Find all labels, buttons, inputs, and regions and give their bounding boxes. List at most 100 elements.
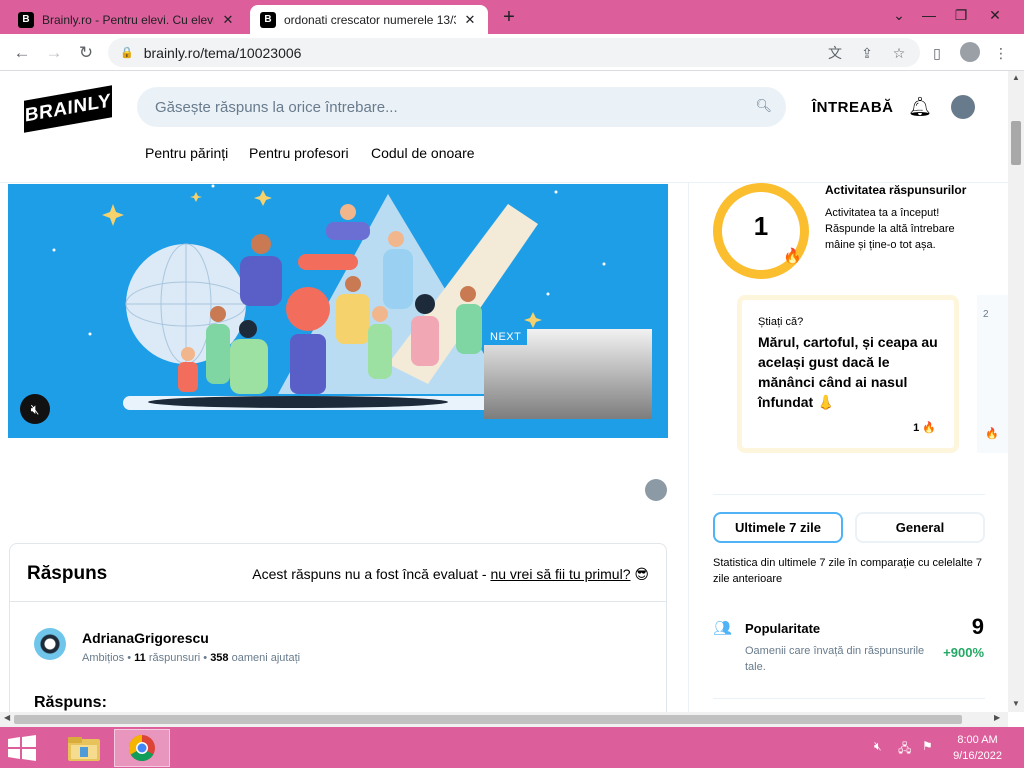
system-clock[interactable]: 8:00 AM 9/16/2022 bbox=[953, 732, 1002, 764]
author-answers-label: răspunsuri bbox=[148, 652, 201, 664]
answer-card: Răspuns Acest răspuns nu a fost încă eva… bbox=[9, 543, 667, 712]
next-video-label: NEXT bbox=[484, 329, 528, 345]
tab-title: ordonati crescator numerele 13/3 bbox=[284, 12, 456, 27]
fun-fact-card[interactable]: Știați că? Mărul, cartoful, și ceapa au … bbox=[737, 295, 959, 453]
author-helped-label: oameni ajutați bbox=[231, 652, 301, 664]
horizontal-scrollbar[interactable]: ◀ ▶ bbox=[0, 712, 1008, 727]
tab-search-icon[interactable]: ⌄ bbox=[884, 2, 914, 28]
browser-tab-brainly-home[interactable]: B Brainly.ro - Pentru elevi. Cu elevi. ✕ bbox=[8, 5, 246, 34]
scroll-right-arrow-icon[interactable]: ▶ bbox=[994, 713, 1000, 722]
address-bar[interactable]: 🔒 brainly.ro/tema/10023006 bbox=[108, 38, 920, 67]
volume-muted-icon[interactable]: 🔇︎ bbox=[874, 739, 882, 754]
ask-question-button[interactable]: ÎNTREABĂ bbox=[812, 99, 894, 116]
tab-last-7-days[interactable]: Ultimele 7 zile bbox=[713, 512, 843, 543]
search-icon[interactable]: 🔍︎ bbox=[755, 98, 772, 114]
popularity-delta: +900% bbox=[943, 645, 984, 660]
browser-toolbar: ← → ↻ 🔒 brainly.ro/tema/10023006 文 ⇪ ☆ ▯… bbox=[0, 34, 1024, 71]
author-helped-count: 358 bbox=[210, 652, 229, 664]
asker-avatar[interactable] bbox=[645, 479, 667, 501]
answer-rating-note: Acest răspuns nu a fost încă evaluat - n… bbox=[252, 566, 649, 583]
mute-icon[interactable]: 🔇︎ bbox=[20, 394, 50, 424]
rating-note-text: Acest răspuns nu a fost încă evaluat - bbox=[252, 566, 491, 582]
nav-link-honor-code[interactable]: Codul de onoare bbox=[371, 145, 475, 161]
translate-icon[interactable]: 文 bbox=[824, 42, 846, 64]
nav-link-teachers[interactable]: Pentru profesori bbox=[249, 145, 349, 161]
popularity-value: 9 bbox=[971, 614, 984, 639]
windows-taskbar: 🔇︎ 🖧 ⚑ 8:00 AM 9/16/2022 bbox=[0, 727, 1024, 768]
share-icon[interactable]: ⇪ bbox=[856, 42, 878, 64]
fire-icon: 🔥 bbox=[985, 428, 999, 440]
close-tab-icon[interactable]: ✕ bbox=[220, 12, 236, 28]
folder-icon bbox=[68, 737, 100, 761]
fun-fact-kicker: Știați că? bbox=[758, 316, 804, 328]
close-tab-icon[interactable]: ✕ bbox=[462, 12, 478, 28]
notifications-bell-icon[interactable]: 🔔︎ bbox=[908, 95, 932, 119]
stats-description: Statistica din ultimele 7 zile în compar… bbox=[713, 557, 983, 585]
fun-fact-count: 1 bbox=[913, 422, 920, 434]
network-icon[interactable]: 🖧 bbox=[898, 739, 911, 760]
next-fun-fact-number: 2 bbox=[983, 309, 989, 320]
stats-sidebar: 1 🔥 Activitatea răspunsurilor Activitate… bbox=[688, 183, 1008, 712]
back-icon[interactable]: ← bbox=[10, 41, 34, 65]
popularity-title: Popularitate bbox=[745, 621, 821, 636]
answer-card-header: Răspuns Acest răspuns nu a fost încă eva… bbox=[10, 544, 666, 602]
author-name[interactable]: AdrianaGrigorescu bbox=[82, 630, 209, 646]
browser-tab-question[interactable]: B ordonati crescator numerele 13/3 ✕ bbox=[250, 5, 488, 34]
new-tab-button[interactable]: + bbox=[498, 6, 520, 28]
activity-title: Activitatea răspunsurilor bbox=[825, 183, 967, 197]
restore-button[interactable]: ❐ bbox=[946, 2, 976, 28]
lock-icon: 🔒 bbox=[120, 47, 134, 59]
tab-general[interactable]: General bbox=[855, 512, 985, 543]
activity-description: Activitatea ta a început! Răspunde la al… bbox=[825, 207, 955, 251]
vertical-scroll-thumb[interactable] bbox=[1011, 121, 1021, 165]
clock-time: 8:00 AM bbox=[957, 734, 998, 746]
vertical-scrollbar[interactable]: ▲ ▼ bbox=[1008, 71, 1024, 712]
browser-tab-strip: B Brainly.ro - Pentru elevi. Cu elevi. ✕… bbox=[0, 0, 1024, 34]
minimize-button[interactable]: — bbox=[914, 2, 944, 28]
side-panel-icon[interactable]: ▯ bbox=[926, 42, 948, 64]
profile-avatar-icon[interactable] bbox=[960, 42, 980, 62]
sunglasses-emoji-icon: 😎 bbox=[634, 566, 649, 582]
people-icon: 👥︎ bbox=[713, 620, 733, 637]
url-text: brainly.ro/tema/10023006 bbox=[143, 44, 302, 61]
fire-icon: 🔥 bbox=[922, 422, 936, 434]
fire-icon: 🔥 bbox=[783, 248, 802, 265]
forward-icon[interactable]: → bbox=[42, 41, 66, 65]
windows-start-icon[interactable] bbox=[6, 735, 38, 761]
scroll-left-arrow-icon[interactable]: ◀ bbox=[4, 713, 10, 722]
tab-title: Brainly.ro - Pentru elevi. Cu elevi. bbox=[42, 12, 214, 27]
author-answers-count: 11 bbox=[134, 652, 146, 664]
answer-body-label: Răspuns: bbox=[34, 694, 107, 711]
chrome-taskbar-button[interactable] bbox=[114, 729, 170, 767]
action-center-icon[interactable]: ⚑ bbox=[922, 739, 933, 753]
horizontal-scroll-thumb[interactable] bbox=[14, 715, 962, 724]
clock-date: 9/16/2022 bbox=[953, 750, 1002, 762]
file-explorer-taskbar-button[interactable] bbox=[56, 729, 112, 767]
answer-title: Răspuns bbox=[27, 563, 108, 584]
brainly-favicon-icon: B bbox=[260, 11, 276, 28]
user-avatar[interactable] bbox=[951, 95, 975, 119]
reload-icon[interactable]: ↻ bbox=[74, 41, 98, 65]
brainly-favicon-icon: B bbox=[18, 11, 34, 28]
brainly-logo[interactable]: BRAINLY bbox=[24, 85, 112, 133]
nav-link-parents[interactable]: Pentru părinți bbox=[145, 145, 228, 161]
author-rank: Ambițios bbox=[82, 652, 125, 664]
author-avatar[interactable] bbox=[34, 628, 66, 660]
rate-first-link[interactable]: nu vrei să fii tu primul? bbox=[490, 566, 630, 582]
fun-fact-text: Mărul, cartoful, și ceapa au același gus… bbox=[758, 334, 938, 410]
menu-kebab-icon[interactable]: ⋮ bbox=[990, 42, 1012, 64]
bookmark-star-icon[interactable]: ☆ bbox=[888, 42, 910, 64]
chrome-icon bbox=[128, 734, 155, 762]
streak-number: 1 bbox=[753, 211, 769, 241]
scroll-down-arrow-icon[interactable]: ▼ bbox=[1008, 699, 1024, 708]
scroll-up-arrow-icon[interactable]: ▲ bbox=[1008, 73, 1024, 82]
close-window-button[interactable]: ✕ bbox=[980, 2, 1010, 28]
search-input[interactable]: Găsește răspuns la orice întrebare... 🔍︎ bbox=[137, 87, 786, 127]
site-header: BRAINLY Găsește răspuns la orice întreba… bbox=[0, 71, 1008, 183]
popularity-description: Oamenii care învață din răspunsurile tal… bbox=[745, 645, 925, 673]
sidebar-divider bbox=[713, 698, 985, 699]
search-placeholder: Găsește răspuns la orice întrebare... bbox=[155, 98, 398, 116]
page-viewport: BRAINLY Găsește răspuns la orice întreba… bbox=[0, 71, 1008, 712]
fun-fact-reactions[interactable]: 1 🔥 bbox=[913, 421, 936, 434]
author-meta: Ambițios • 11 răspunsuri • 358 oameni aj… bbox=[82, 652, 301, 664]
